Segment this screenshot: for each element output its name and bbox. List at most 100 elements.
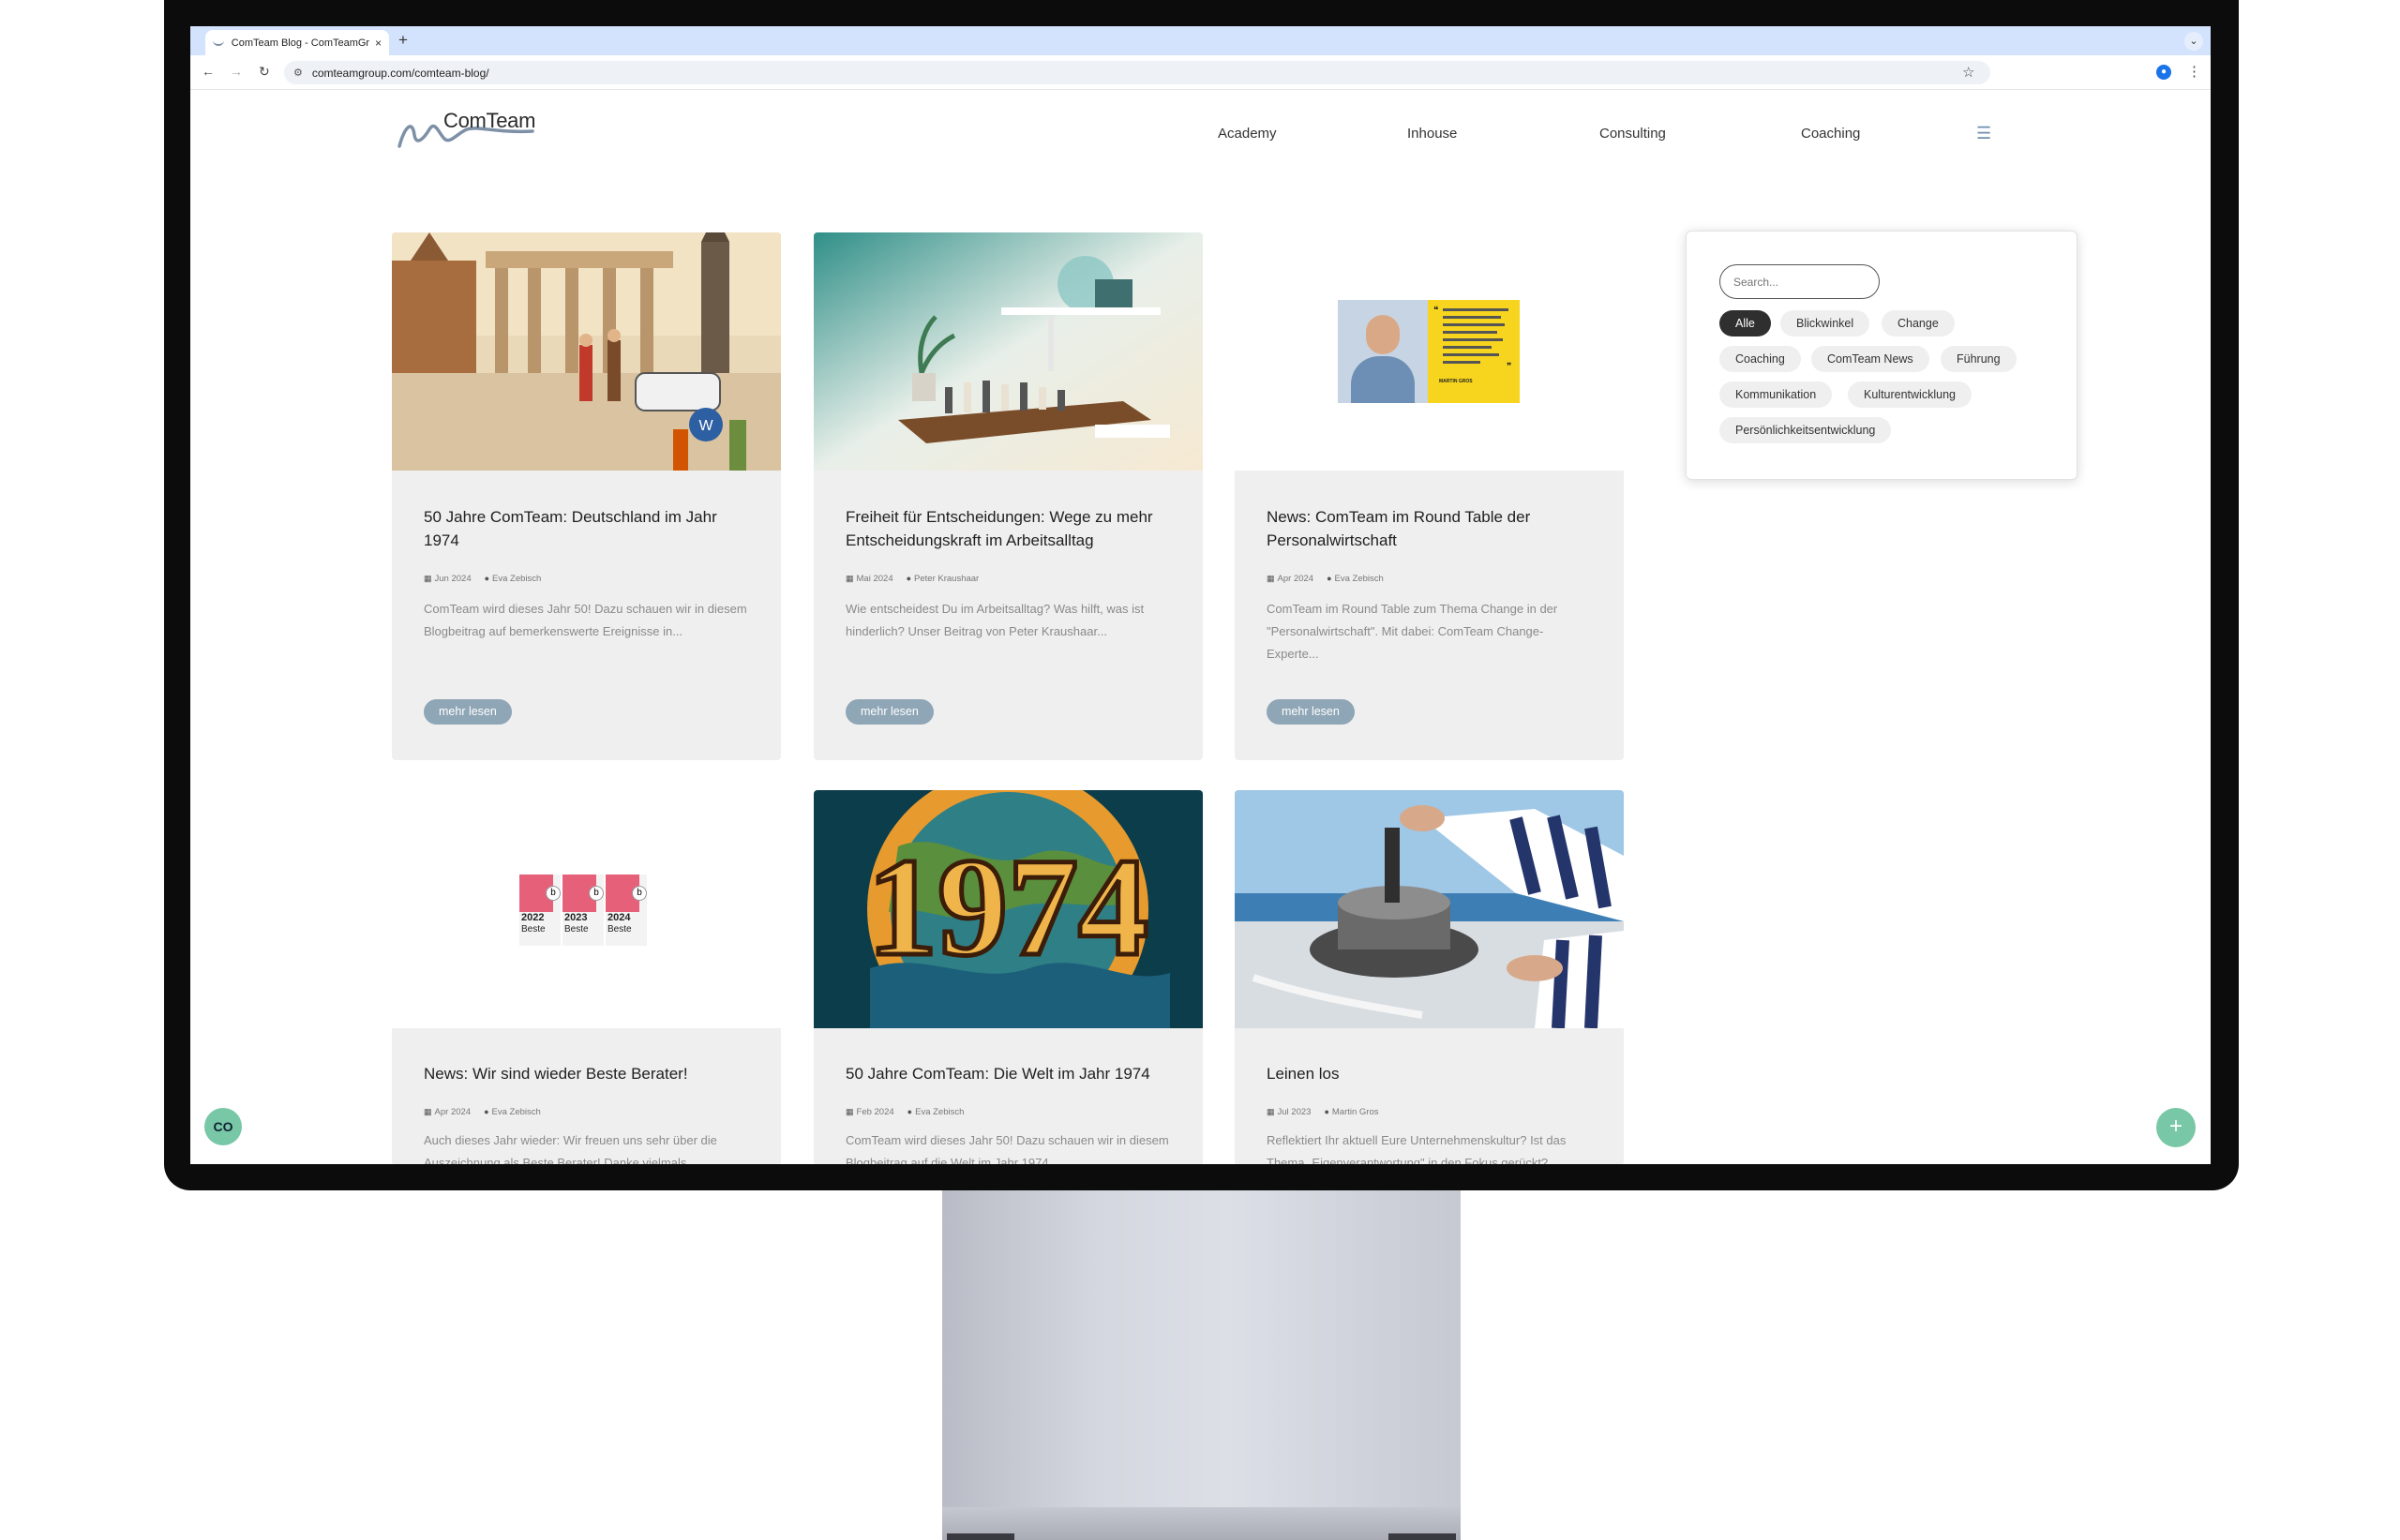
logo-wordmark: ComTeam [443,109,536,132]
tag-filter-kulturentwicklung[interactable]: Kulturentwicklung [1848,381,1972,408]
nav-inhouse[interactable]: Inhouse [1407,126,1457,142]
blog-filter-panel: Alle Blickwinkel Change Coaching ComTeam… [1686,231,2078,480]
post-author: ● Eva Zebisch [484,1107,541,1117]
post-author: ● Peter Kraushaar [906,574,980,584]
post-image-sailing-winch[interactable] [1235,790,1624,1028]
post-title[interactable]: 50 Jahre ComTeam: Die Welt im Jahr 1974 [846,1062,1174,1085]
calendar-icon: ▦ [1267,574,1275,583]
post-author: ● Eva Zebisch [907,1107,965,1117]
tab-title: ComTeam Blog - ComTeamGroup [231,37,369,49]
post-title[interactable]: 50 Jahre ComTeam: Deutschland im Jahr 19… [424,505,752,552]
monitor-stand-base [942,1507,1461,1540]
post-meta: ▦ Jun 2024 ● Eva Zebisch [424,574,541,584]
post-date: ▦ Feb 2024 [846,1107,894,1117]
post-card[interactable]: 1974 50 Jahre ComTeam: Die Welt im Jahr … [814,790,1203,1164]
user-icon: ● [906,574,912,583]
calendar-icon: ▦ [424,574,432,583]
browser-window: ComTeam Blog - ComTeamGroup × + ⌄ ← → ↻ … [190,26,2211,1164]
award-badge: b 2023 Beste [562,875,604,946]
post-image-round-table[interactable]: ❝ ❞ MARTIN GROS [1235,232,1624,471]
post-date: ▦ Apr 2024 [424,1107,472,1117]
post-card[interactable]: b 2022 Beste b 2023 Beste b 2024 Beste N… [392,790,781,1164]
read-more-button[interactable]: mehr lesen [1267,699,1355,725]
post-card[interactable]: ❝ ❞ MARTIN GROS News: ComTeam im Round T… [1235,232,1624,760]
new-tab-button[interactable]: + [398,31,408,50]
tab-close-icon[interactable]: × [375,37,382,50]
cookie-settings-icon[interactable]: CO [204,1108,242,1145]
post-date: ▦ Jul 2023 [1267,1107,1312,1117]
nav-coaching[interactable]: Coaching [1801,126,1860,142]
post-image-1974-globe[interactable]: 1974 [814,790,1203,1028]
browser-tab[interactable]: ComTeam Blog - ComTeamGroup × [205,30,389,55]
post-card[interactable]: W 50 Jahre ComTeam: Deutschland im Jahr … [392,232,781,760]
site-info-icon[interactable]: ⚙ [293,67,303,79]
calendar-icon: ▦ [1267,1107,1275,1116]
user-icon: ● [1324,1107,1329,1116]
post-meta: ▦ Mai 2024 ● Peter Kraushaar [846,574,979,584]
portrait-photo [1338,300,1428,403]
read-more-button[interactable]: mehr lesen [424,699,512,725]
tag-filter-blickwinkel[interactable]: Blickwinkel [1780,310,1870,336]
award-badge: b 2024 Beste [606,875,647,946]
read-more-button[interactable]: mehr lesen [846,699,934,725]
user-icon: ● [484,1107,489,1116]
post-card[interactable]: Leinen los ▦ Jul 2023 ● Martin Gros Reflek… [1235,790,1624,1164]
post-meta: ▦ Apr 2024 ● Eva Zebisch [1267,574,1384,584]
post-excerpt: ComTeam wird dieses Jahr 50! Dazu schaue… [424,602,747,638]
post-excerpt: ComTeam im Round Table zum Thema Change … [1267,602,1558,661]
post-title[interactable]: Leinen los [1267,1062,1595,1085]
address-url: comteamgroup.com/comteam-blog/ [311,66,489,80]
tag-filter-fuehrung[interactable]: Führung [1941,346,2017,372]
user-icon: ● [907,1107,913,1116]
nav-consulting[interactable]: Consulting [1599,126,1666,142]
post-title[interactable]: Freiheit für Entscheidungen: Wege zu meh… [846,505,1174,552]
browser-menu-icon[interactable]: ⋮ [2187,63,2201,80]
address-bar[interactable]: ⚙ comteamgroup.com/comteam-blog/ [284,61,1990,84]
site-favicon-icon [213,40,224,46]
reload-icon[interactable]: ↻ [259,64,270,80]
post-image-award-badges[interactable]: b 2022 Beste b 2023 Beste b 2024 Beste [392,790,781,1028]
tag-filter-comteam-news[interactable]: ComTeam News [1811,346,1929,372]
post-date: ▦ Apr 2024 [1267,574,1314,584]
nav-academy[interactable]: Academy [1218,126,1277,142]
post-image-chess-desk[interactable] [814,232,1203,471]
post-meta: ▦ Apr 2024 ● Eva Zebisch [424,1107,541,1117]
tag-filter-kommunikation[interactable]: Kommunikation [1719,381,1833,408]
quote-author: MARTIN GROS [1439,379,1473,384]
tab-search-chevron-icon[interactable]: ⌄ [2184,32,2203,51]
image-year-text: 1974 [867,830,1148,985]
bookmark-star-icon[interactable]: ☆ [1962,64,1974,81]
post-meta: ▦ Jul 2023 ● Martin Gros [1267,1107,1379,1117]
profile-avatar-icon[interactable]: ● [2156,65,2171,80]
monitor-stand [942,1190,1461,1509]
stand-foot-right [1388,1533,1456,1540]
forward-arrow-icon[interactable]: → [230,64,243,79]
post-card[interactable]: Freiheit für Entscheidungen: Wege zu meh… [814,232,1203,760]
tab-strip: ComTeam Blog - ComTeamGroup × + ⌄ [190,26,2211,55]
back-arrow-icon[interactable]: ← [202,64,215,79]
menu-hamburger-icon[interactable]: ☰ [1976,124,1991,143]
search-input[interactable] [1719,264,1880,299]
tag-filter-persoenlichkeitsentwicklung[interactable]: Persönlichkeitsentwicklung [1719,417,1892,443]
svg-text:W: W [698,418,713,434]
calendar-icon: ▦ [846,574,854,583]
quote-panel: ❝ ❞ MARTIN GROS [1428,300,1520,403]
plus-icon[interactable]: + [2156,1108,2196,1147]
stand-foot-left [947,1533,1014,1540]
tag-filter-change[interactable]: Change [1882,310,1955,336]
post-author: ● Eva Zebisch [1327,574,1384,584]
tag-filter-alle[interactable]: Alle [1719,310,1771,336]
post-author: ● Eva Zebisch [484,574,542,584]
post-title[interactable]: News: Wir sind wieder Beste Berater! [424,1062,752,1085]
calendar-icon: ▦ [424,1107,432,1116]
post-title[interactable]: News: ComTeam im Round Table der Persona… [1267,505,1595,552]
post-image-berlin-1974[interactable]: W [392,232,781,471]
tag-filter-coaching[interactable]: Coaching [1719,346,1801,372]
page-content: ComTeam Academy Inhouse Consulting Coach… [190,90,2211,1164]
award-badge: b 2022 Beste [519,875,561,946]
user-icon: ● [484,574,490,583]
post-excerpt: Reflektiert Ihr aktuell Eure Unternehmen… [1267,1133,1567,1164]
post-author: ● Martin Gros [1324,1107,1379,1117]
post-excerpt: ComTeam wird dieses Jahr 50! Dazu schaue… [846,1133,1169,1164]
post-meta: ▦ Feb 2024 ● Eva Zebisch [846,1107,964,1117]
